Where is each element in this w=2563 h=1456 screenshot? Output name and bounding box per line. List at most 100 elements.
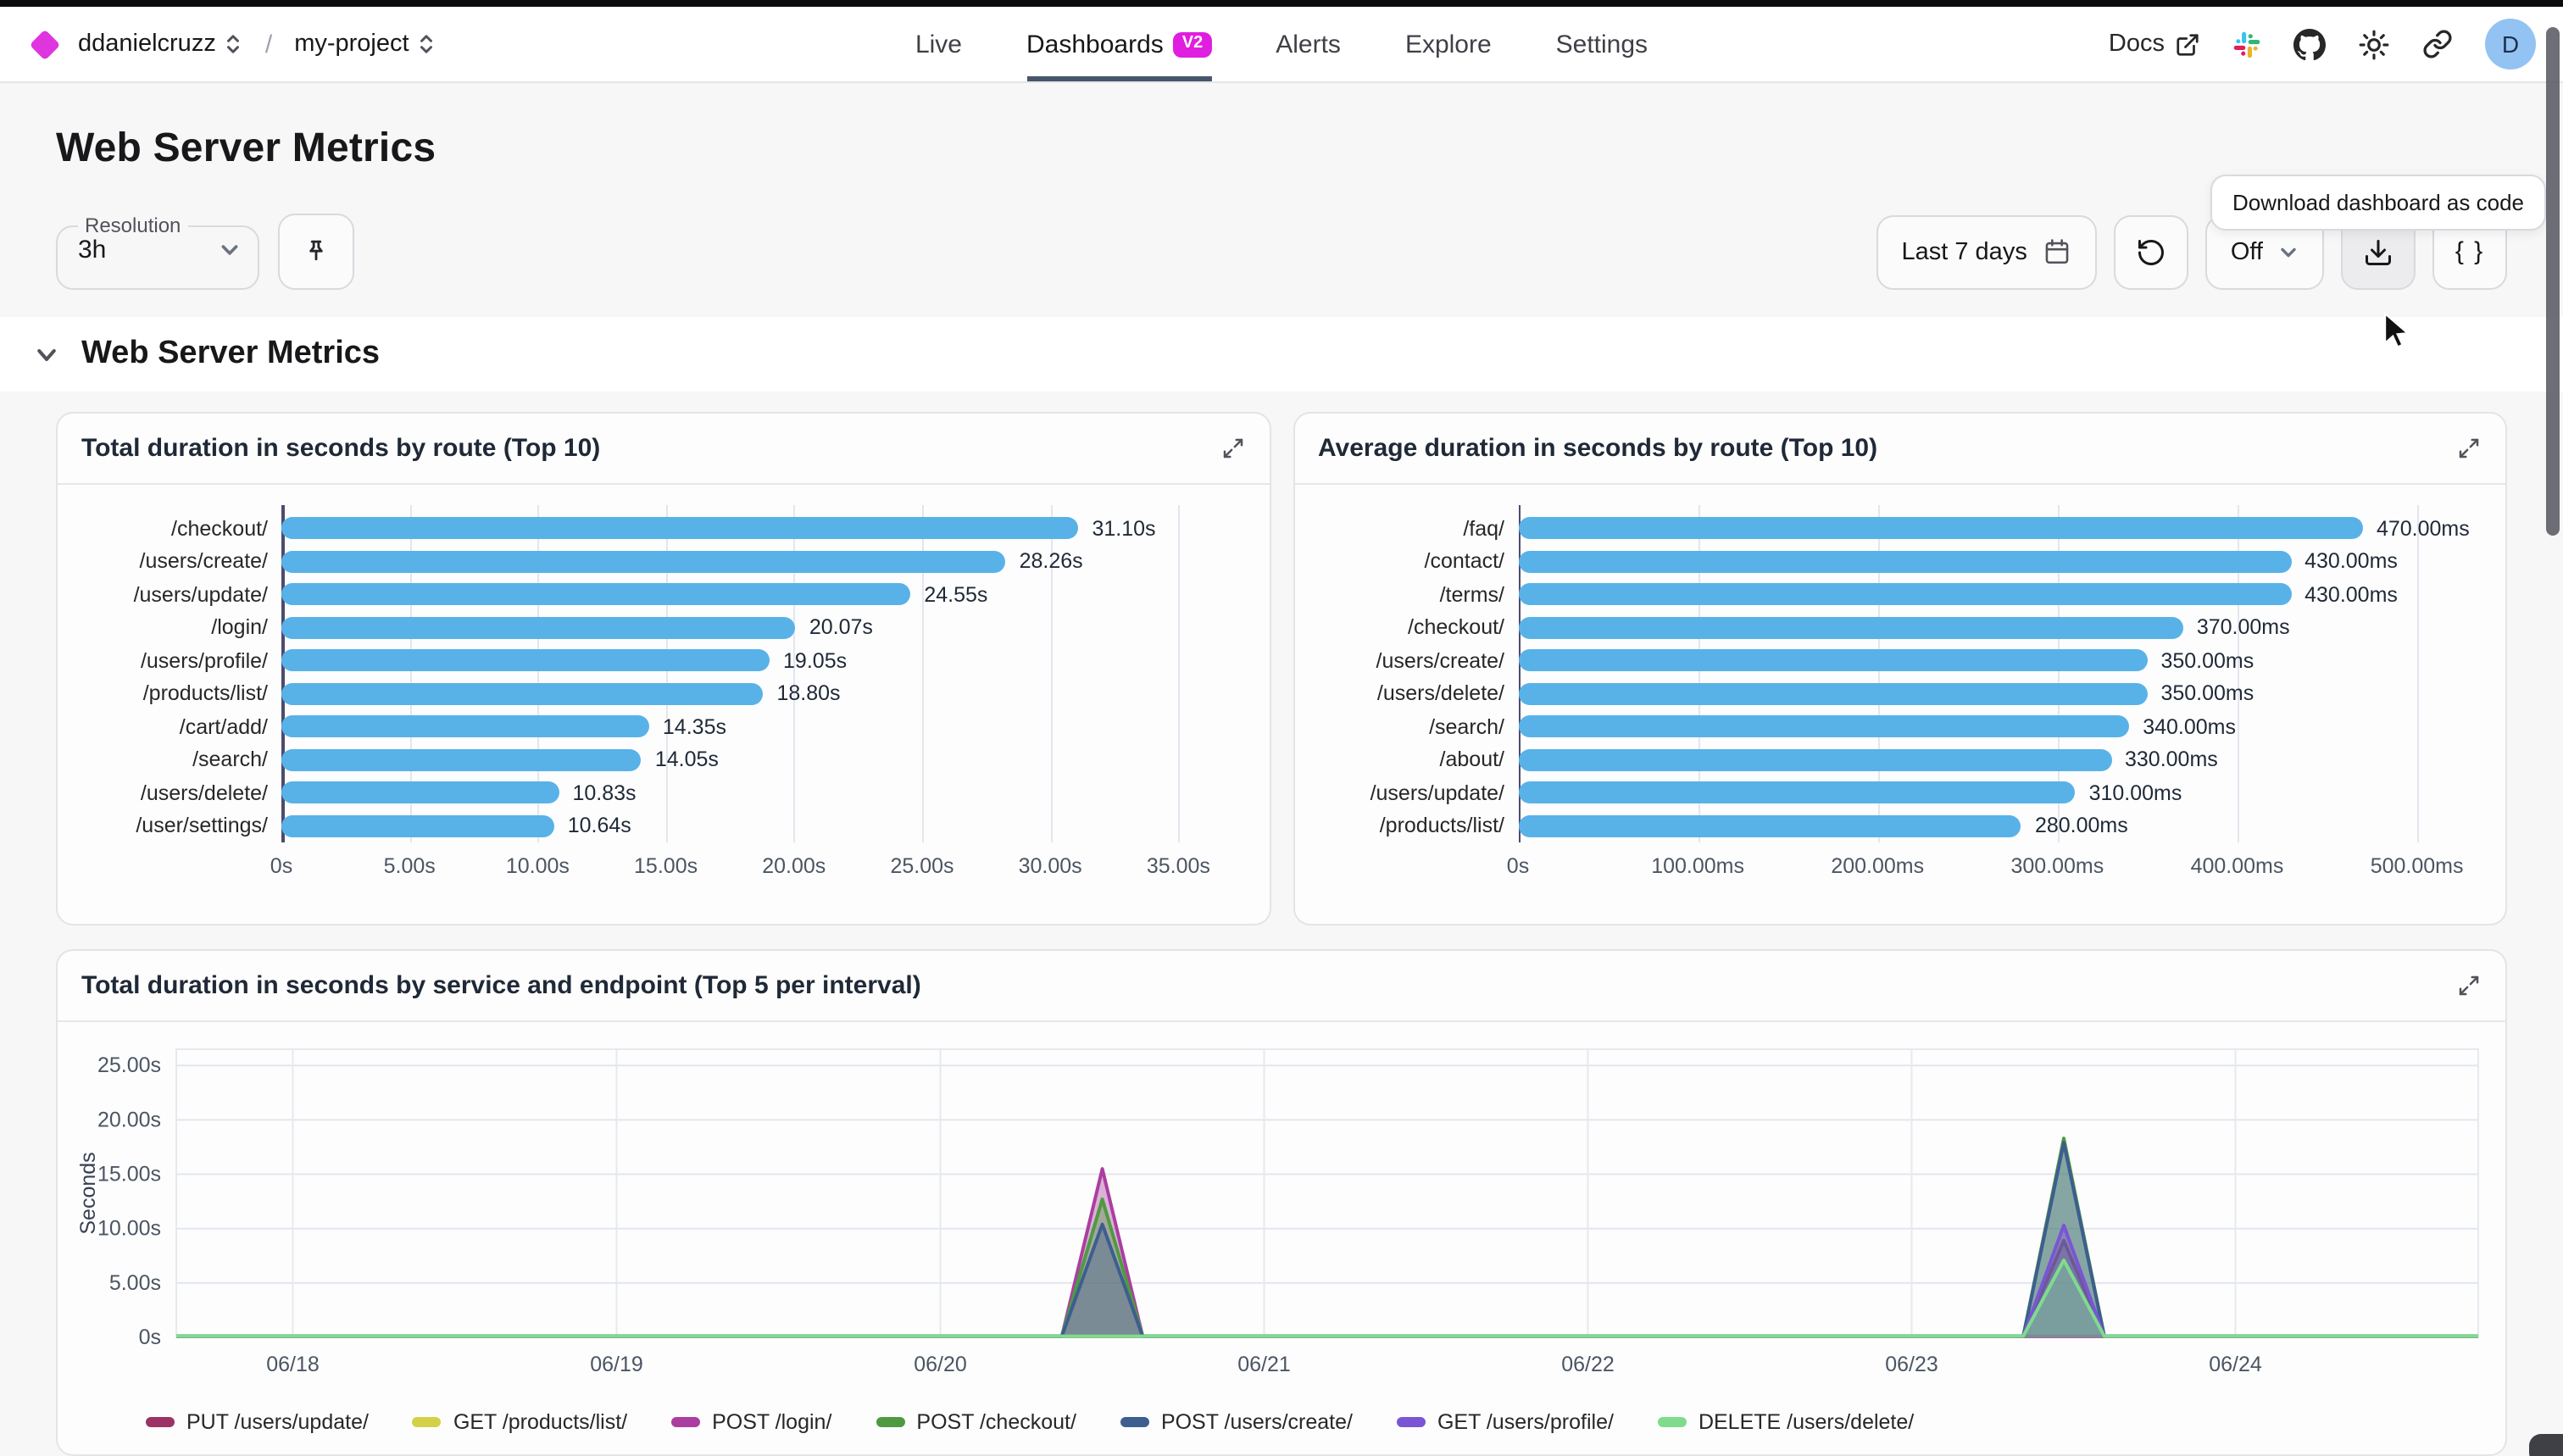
legend-item[interactable]: POST /checkout/: [876, 1410, 1076, 1434]
bar[interactable]: [281, 782, 559, 804]
category-label: /users/update/: [1318, 776, 1504, 809]
bar[interactable]: [1518, 815, 2021, 837]
x-axis-tick: 06/18: [266, 1353, 320, 1376]
refresh-button[interactable]: [2114, 214, 2188, 289]
x-axis-tick: 20.00s: [762, 854, 826, 878]
refresh-icon: [2136, 236, 2166, 267]
area-chart[interactable]: 0s5.00s10.00s15.00s20.00s25.00s06/1806/1…: [71, 1036, 2495, 1398]
legend-label: PUT /users/update/: [186, 1410, 369, 1434]
section-collapse-button[interactable]: [34, 342, 59, 367]
expand-icon[interactable]: [2456, 436, 2482, 461]
legend-swatch: [671, 1417, 700, 1427]
bar[interactable]: [1518, 782, 2076, 804]
x-axis-tick: 06/22: [1561, 1353, 1615, 1376]
x-axis-tick: 0s: [1507, 854, 1529, 878]
nav-item-live[interactable]: Live: [915, 7, 962, 81]
series-line: [176, 1241, 2478, 1337]
bar-row: 310.00ms: [1518, 776, 2482, 809]
docs-link[interactable]: Docs: [2109, 31, 2200, 58]
bar-value-label: 14.05s: [655, 748, 719, 772]
nav-item-explore[interactable]: Explore: [1405, 7, 1492, 81]
bar[interactable]: [1518, 551, 2291, 573]
browser-edge-strip: [0, 0, 2563, 7]
bar[interactable]: [1518, 518, 2363, 540]
legend-label: POST /users/create/: [1161, 1410, 1353, 1434]
bar[interactable]: [281, 551, 1006, 573]
panel-title: Total duration in seconds by route (Top …: [81, 434, 600, 463]
controls-left: Resolution 3h: [56, 214, 354, 290]
bar-row: 28.26s: [281, 545, 1245, 578]
chevron-down-icon: [2278, 242, 2299, 262]
bar[interactable]: [1518, 584, 2291, 606]
page-title: Web Server Metrics: [56, 125, 2507, 173]
expand-icon[interactable]: [1220, 436, 1245, 461]
category-label: /search/: [1318, 710, 1504, 743]
bar-row: 370.00ms: [1518, 611, 2482, 644]
x-axis-tick: 30.00s: [1019, 854, 1082, 878]
time-range-button[interactable]: Last 7 days: [1876, 214, 2097, 289]
org-selector[interactable]: ddanielcruzz: [78, 31, 243, 58]
application-window: ddanielcruzz / my-project Live Dashboards…: [0, 0, 2563, 1456]
legend-item[interactable]: DELETE /users/delete/: [1658, 1410, 1914, 1434]
bar[interactable]: [1518, 749, 2111, 771]
breadcrumb: ddanielcruzz / my-project: [0, 30, 436, 58]
legend-item[interactable]: POST /login/: [671, 1410, 831, 1434]
bar[interactable]: [281, 815, 554, 837]
theme-sun-icon[interactable]: [2358, 28, 2390, 60]
bar[interactable]: [281, 518, 1078, 540]
nav-item-dashboards[interactable]: Dashboards V2: [1026, 7, 1211, 81]
bar-value-label: 20.07s: [809, 616, 873, 640]
bar[interactable]: [281, 716, 649, 738]
vertical-scrollbar[interactable]: [2546, 27, 2560, 536]
bar[interactable]: [281, 650, 770, 672]
user-avatar[interactable]: D: [2485, 19, 2536, 69]
y-axis-tick: 25.00s: [97, 1053, 161, 1077]
resolution-select[interactable]: Resolution 3h: [56, 214, 259, 290]
category-label: /faq/: [1318, 512, 1504, 545]
bar-value-label: 470.00ms: [2377, 517, 2470, 541]
share-link-icon[interactable]: [2422, 29, 2453, 59]
bar[interactable]: [281, 749, 642, 771]
download-tooltip: Download dashboard as code: [2210, 175, 2546, 231]
logo-diamond-icon[interactable]: [30, 29, 61, 60]
bar[interactable]: [1518, 650, 2147, 672]
bar-row: 350.00ms: [1518, 677, 2482, 710]
category-label: /products/list/: [81, 677, 268, 710]
panel-title: Total duration in seconds by service and…: [81, 971, 921, 1000]
select-chevrons-icon: [225, 32, 243, 56]
project-selector[interactable]: my-project: [294, 31, 436, 58]
bar[interactable]: [1518, 716, 2129, 738]
nav-item-alerts[interactable]: Alerts: [1276, 7, 1341, 81]
x-axis-tick: 100.00ms: [1651, 854, 1744, 878]
bar[interactable]: [1518, 617, 2183, 639]
pin-button[interactable]: [278, 214, 354, 290]
resolution-value: 3h: [78, 236, 106, 264]
legend-item[interactable]: GET /users/profile/: [1397, 1410, 1614, 1434]
nav-item-settings[interactable]: Settings: [1556, 7, 1648, 81]
nav-version-badge: V2: [1174, 31, 1211, 57]
bar[interactable]: [281, 584, 910, 606]
nav-label: Dashboards: [1026, 30, 1164, 58]
series-area: [176, 1142, 2478, 1337]
bar[interactable]: [281, 617, 796, 639]
y-axis-tick: 5.00s: [109, 1271, 161, 1295]
auto-refresh-value: Off: [2231, 238, 2263, 265]
legend-item[interactable]: PUT /users/update/: [146, 1410, 369, 1434]
legend-item[interactable]: GET /products/list/: [413, 1410, 627, 1434]
bar-row: 350.00ms: [1518, 644, 2482, 677]
y-axis-tick: 0s: [139, 1325, 161, 1349]
slack-icon[interactable]: [2232, 30, 2261, 58]
category-label: /login/: [81, 611, 268, 644]
corner-scroll-nub: [2529, 1434, 2563, 1456]
section-title: Web Server Metrics: [81, 336, 380, 373]
github-icon[interactable]: [2293, 28, 2326, 60]
nav-label: Alerts: [1276, 30, 1341, 58]
category-label: /user/settings/: [81, 809, 268, 842]
bar-value-label: 24.55s: [924, 583, 987, 607]
bar[interactable]: [1518, 683, 2147, 705]
bar[interactable]: [281, 683, 764, 705]
legend-item[interactable]: POST /users/create/: [1120, 1410, 1353, 1434]
docs-label: Docs: [2109, 31, 2165, 58]
expand-icon[interactable]: [2456, 973, 2482, 998]
pin-icon: [300, 236, 332, 268]
